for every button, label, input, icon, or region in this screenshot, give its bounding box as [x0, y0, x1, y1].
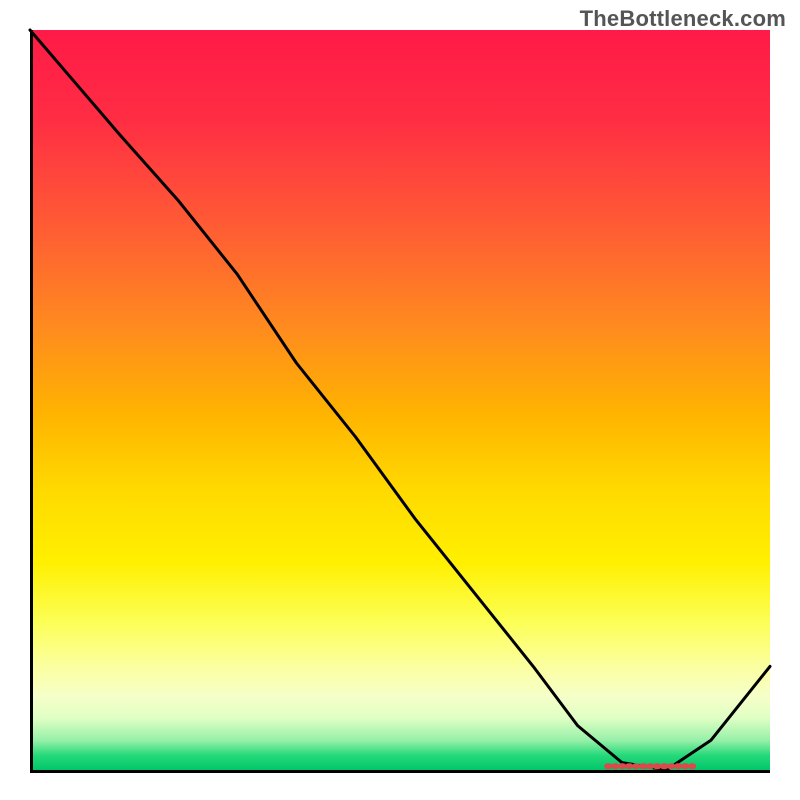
- watermark-text: TheBottleneck.com: [580, 6, 786, 32]
- x-axis-line: [30, 770, 770, 773]
- bottleneck-curve-line: [30, 30, 770, 770]
- bottleneck-gradient-chart: TheBottleneck.com: [0, 0, 800, 800]
- chart-overlay-svg: [30, 30, 770, 770]
